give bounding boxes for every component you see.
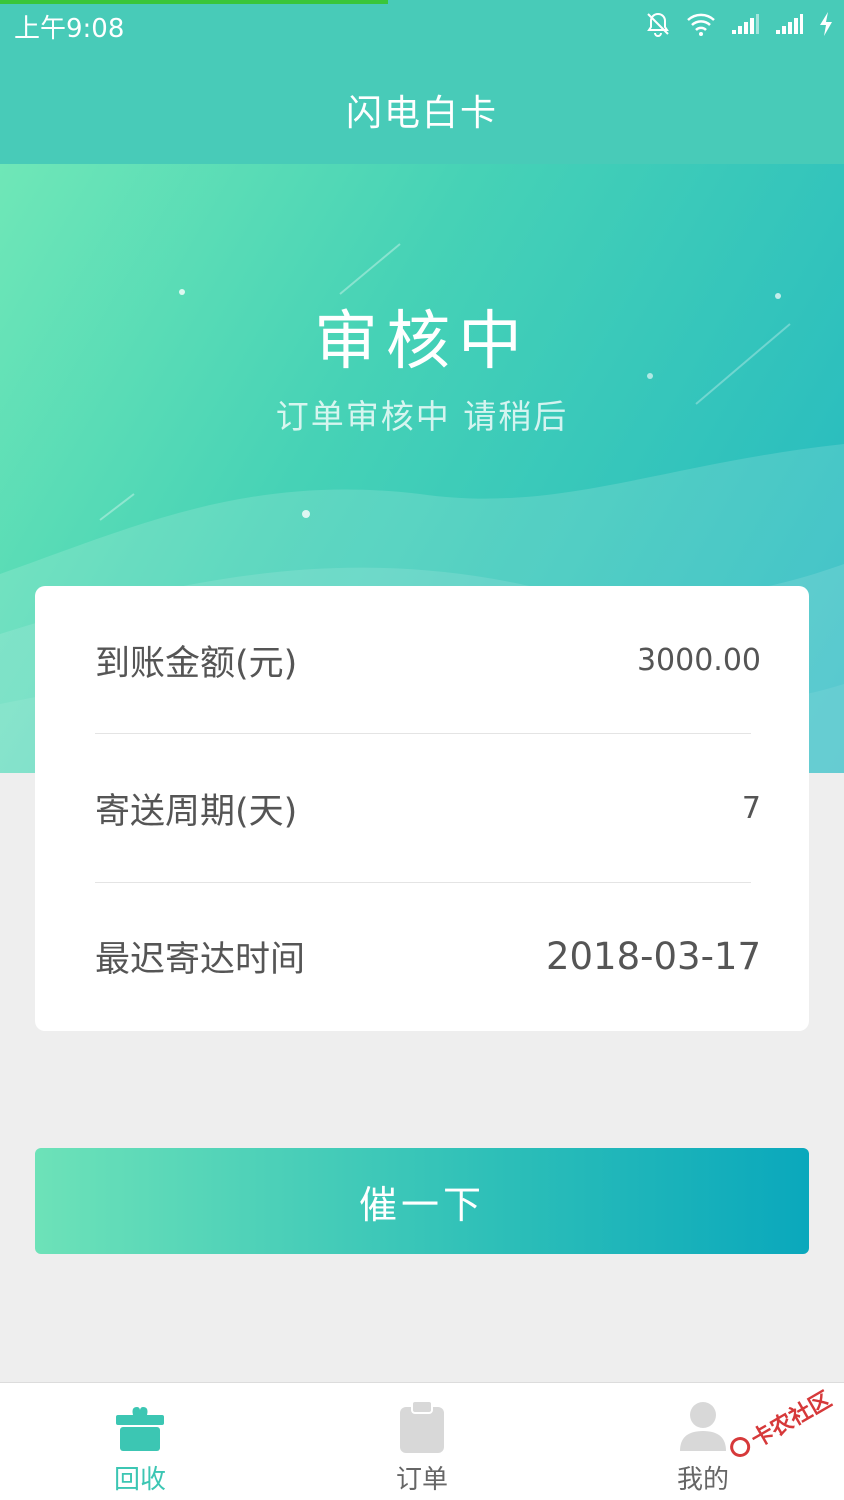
order-details-card: 到账金额(元) 3000.00 寄送周期(天) 7 最迟寄达时间 2018-03… bbox=[35, 586, 809, 1031]
detail-row-deadline: 最迟寄达时间 2018-03-17 bbox=[95, 882, 761, 1030]
tab-orders[interactable]: 订单 bbox=[352, 1383, 492, 1500]
charging-icon bbox=[818, 11, 834, 37]
review-status-title: 审核中 bbox=[314, 305, 530, 379]
status-icons bbox=[644, 8, 834, 40]
tab-mine-label: 我的 bbox=[676, 1465, 729, 1495]
tab-recycle[interactable]: 回收 bbox=[70, 1383, 210, 1500]
amount-value: 3000.00 bbox=[636, 642, 761, 678]
tab-bar: 回收 订单 我的 bbox=[0, 1382, 844, 1500]
review-status-message: 订单审核中 请稍后 bbox=[275, 397, 569, 436]
signal-icon bbox=[774, 12, 804, 36]
status-bar: 上午9:08 bbox=[0, 0, 844, 50]
deadline-value: 2018-03-17 bbox=[545, 934, 761, 978]
page-load-progress bbox=[0, 0, 388, 4]
detail-row-cycle: 寄送周期(天) 7 bbox=[95, 734, 761, 882]
wifi-icon bbox=[686, 11, 716, 37]
user-icon bbox=[678, 1397, 728, 1453]
amount-label: 到账金额(元) bbox=[95, 643, 298, 684]
detail-row-amount: 到账金额(元) 3000.00 bbox=[95, 586, 761, 734]
gift-box-icon bbox=[113, 1397, 167, 1453]
clipboard-icon bbox=[398, 1397, 446, 1453]
mute-bell-icon bbox=[644, 10, 672, 38]
tab-orders-label: 订单 bbox=[395, 1465, 448, 1495]
status-time: 上午9:08 bbox=[14, 14, 125, 44]
signal-icon bbox=[730, 12, 760, 36]
cycle-value: 7 bbox=[741, 790, 761, 826]
tab-recycle-label: 回收 bbox=[113, 1465, 166, 1495]
cycle-label: 寄送周期(天) bbox=[95, 791, 298, 832]
deadline-label: 最迟寄达时间 bbox=[95, 939, 306, 980]
page-title: 闪电白卡 bbox=[345, 93, 498, 134]
urge-button[interactable]: 催一下 bbox=[35, 1148, 809, 1254]
nav-bar: 闪电白卡 bbox=[0, 50, 844, 164]
